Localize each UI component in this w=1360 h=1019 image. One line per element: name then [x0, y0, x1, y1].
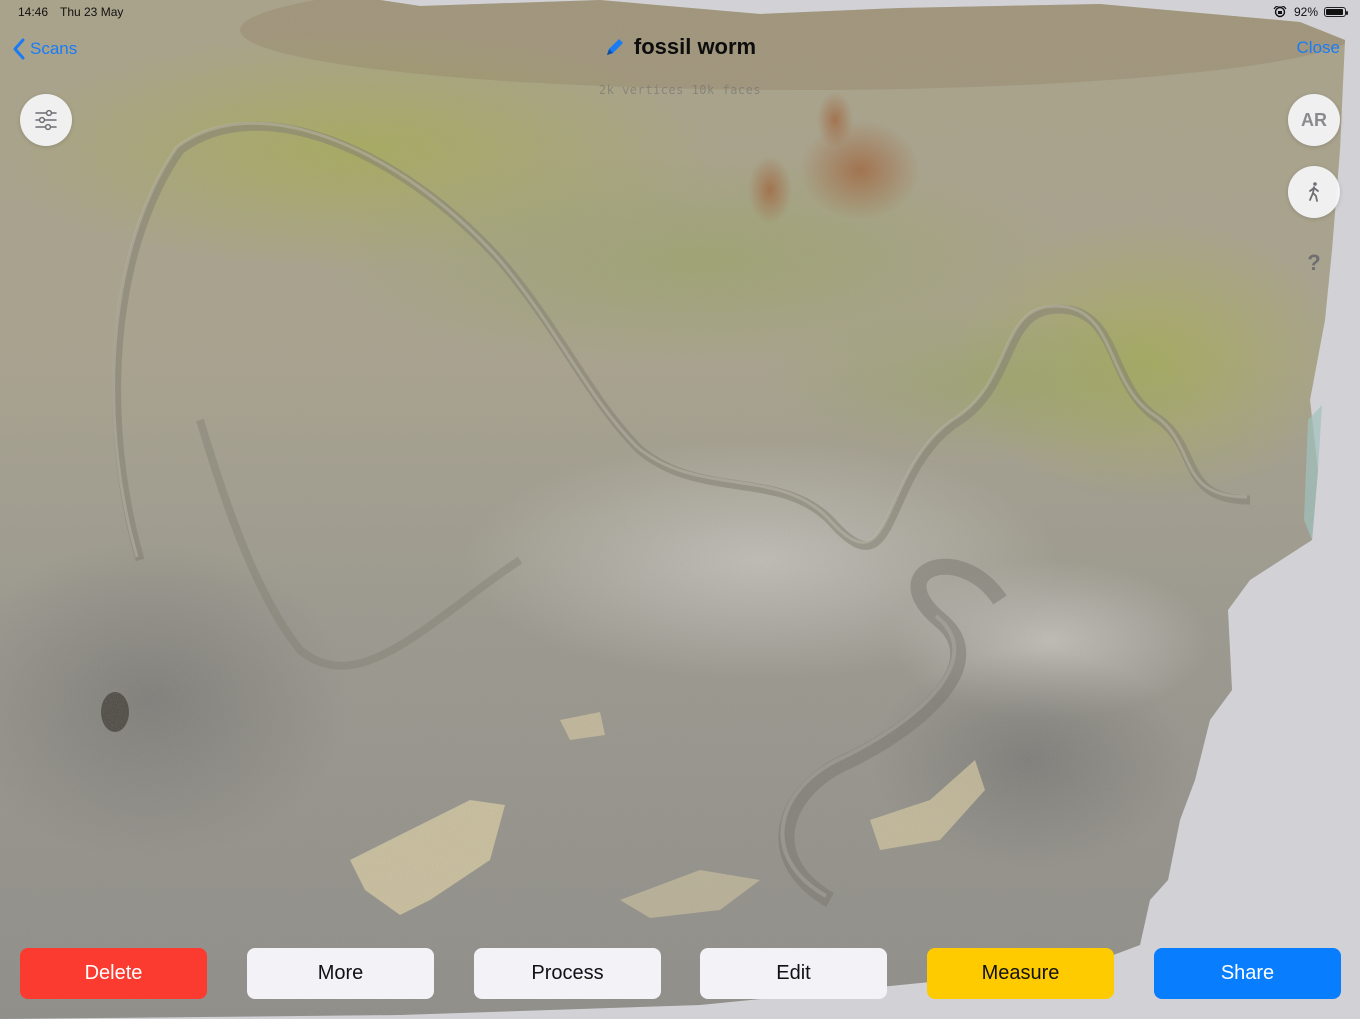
more-button[interactable]: More [247, 948, 434, 999]
delete-button[interactable]: Delete [20, 948, 207, 999]
page-title[interactable]: fossil worm [634, 34, 756, 60]
scan-viewport[interactable] [0, 0, 1360, 1019]
ar-button[interactable]: AR [1288, 94, 1340, 146]
battery-fill [1326, 9, 1343, 15]
settings-button[interactable] [20, 94, 72, 146]
title-bar: fossil worm [0, 34, 1360, 60]
walk-mode-button[interactable] [1288, 166, 1340, 218]
share-button[interactable]: Share [1154, 948, 1341, 999]
ar-label: AR [1301, 109, 1327, 130]
help-button[interactable]: ? [1303, 250, 1325, 276]
battery-percentage: 92% [1293, 5, 1318, 19]
status-time: 14:46 [18, 5, 49, 19]
mesh-stats: 2k vertices 10k faces [598, 83, 762, 97]
close-button[interactable]: Close [1297, 38, 1340, 58]
walking-person-icon [1309, 182, 1319, 202]
sliders-icon [35, 109, 57, 131]
measure-button[interactable]: Measure [927, 948, 1114, 999]
status-date: Thu 23 May [60, 5, 124, 19]
edit-button[interactable]: Edit [700, 948, 887, 999]
battery-icon [1324, 7, 1348, 17]
status-indicators: 92% [1272, 5, 1348, 19]
screen-lock-icon [1273, 6, 1287, 18]
pencil-icon[interactable] [604, 36, 626, 58]
process-button[interactable]: Process [474, 948, 661, 999]
